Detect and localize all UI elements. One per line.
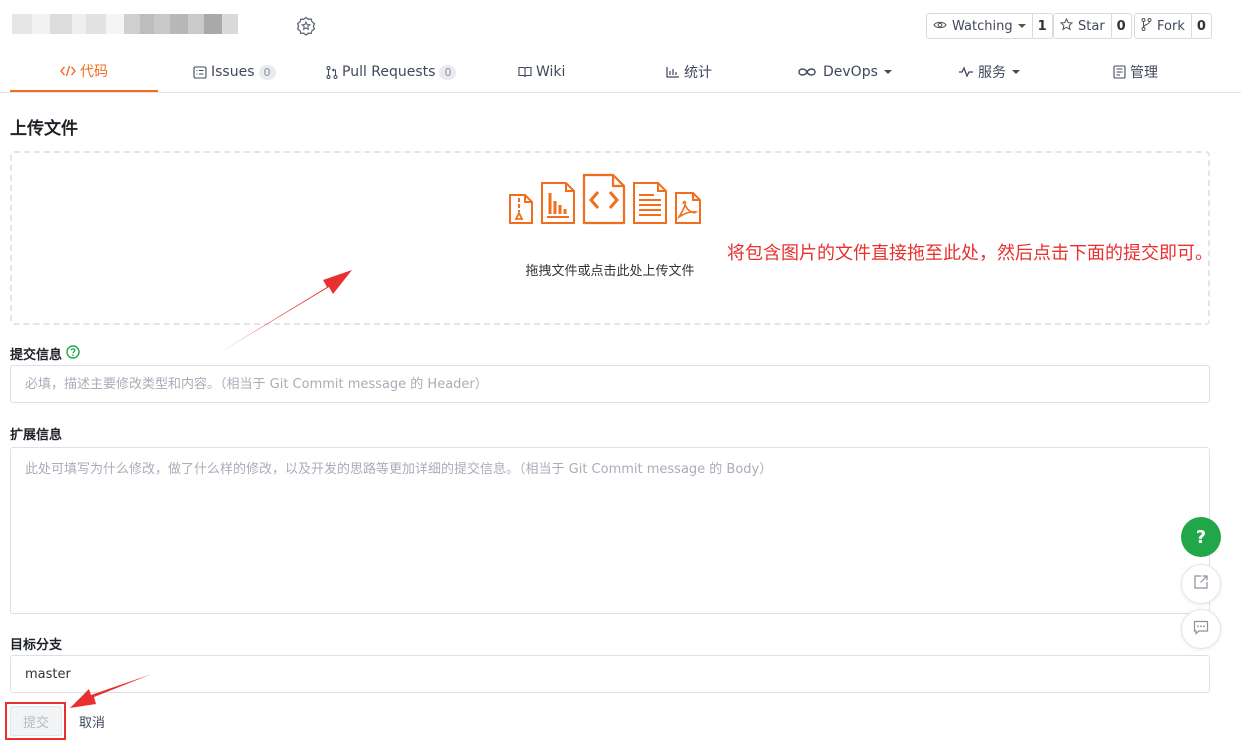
chevron-down-icon xyxy=(1017,24,1026,28)
branch-label-text: 目标分支 xyxy=(10,638,63,653)
target-branch-label: 目标分支 xyxy=(10,634,62,653)
watching-button[interactable]: Watching xyxy=(927,14,1033,38)
fork-group: Fork 0 xyxy=(1134,13,1212,39)
tab-label: 统计 xyxy=(684,65,712,81)
pulse-icon xyxy=(958,66,974,78)
commit-message-input[interactable] xyxy=(10,365,1210,403)
help-float-button[interactable]: ? xyxy=(1181,517,1221,557)
tab-services[interactable]: 服务 xyxy=(958,52,1020,92)
tab-label: Issues xyxy=(211,64,255,80)
annotation-text: 将包含图片的文件直接拖至此处，然后点击下面的提交即可。 xyxy=(727,243,1213,264)
chevron-down-icon xyxy=(883,70,892,74)
tab-label: 代码 xyxy=(80,64,108,80)
recommended-badge-icon xyxy=(296,16,316,36)
tab-wiki[interactable]: Wiki xyxy=(518,52,565,92)
star-count[interactable]: 0 xyxy=(1112,14,1131,38)
extended-info-label: 扩展信息 xyxy=(10,424,62,443)
wiki-icon xyxy=(518,66,532,78)
tab-devops[interactable]: DevOps xyxy=(797,52,892,92)
help-circle-icon[interactable] xyxy=(66,344,80,363)
pdf-file-icon xyxy=(674,191,702,229)
code-file-icon xyxy=(582,173,626,229)
external-link-icon xyxy=(1193,574,1209,594)
share-float-button[interactable] xyxy=(1181,564,1221,604)
tab-label: DevOps xyxy=(823,64,878,80)
submit-highlight-box xyxy=(5,702,66,740)
chart-icon xyxy=(666,66,680,78)
fork-icon xyxy=(1141,17,1152,35)
commit-label-text: 提交信息 xyxy=(10,348,63,363)
issues-count-badge: 0 xyxy=(258,64,276,80)
fork-label: Fork xyxy=(1157,18,1185,34)
manage-icon xyxy=(1113,65,1126,79)
tab-pull-requests[interactable]: Pull Requests 0 xyxy=(326,52,457,92)
target-branch-input[interactable] xyxy=(10,655,1210,693)
star-button[interactable]: Star xyxy=(1054,14,1112,38)
code-icon xyxy=(60,65,76,77)
tab-issues[interactable]: Issues 0 xyxy=(193,52,276,92)
cancel-link[interactable]: 取消 xyxy=(79,712,105,731)
star-icon xyxy=(1059,17,1074,35)
zip-file-icon xyxy=(508,193,534,229)
page-title: 上传文件 xyxy=(10,119,78,139)
feedback-float-button[interactable] xyxy=(1181,609,1221,649)
chat-bubble-icon xyxy=(1193,620,1209,639)
help-float-label: ? xyxy=(1195,526,1207,548)
commit-message-label: 提交信息 xyxy=(10,344,80,363)
text-file-icon xyxy=(632,181,668,229)
pull-requests-count-badge: 0 xyxy=(439,64,457,80)
chart-file-icon xyxy=(540,181,576,229)
issues-icon xyxy=(193,65,207,79)
star-label: Star xyxy=(1078,18,1105,34)
star-group: Star 0 xyxy=(1053,13,1132,39)
fork-button[interactable]: Fork xyxy=(1135,14,1192,38)
watching-label: Watching xyxy=(952,18,1013,34)
tab-label: Pull Requests xyxy=(342,64,436,80)
watching-count[interactable]: 1 xyxy=(1033,14,1052,38)
pull-request-icon xyxy=(326,65,338,79)
extended-label-text: 扩展信息 xyxy=(10,428,63,443)
watching-group: Watching 1 xyxy=(926,13,1053,39)
file-dropzone[interactable]: 拖拽文件或点击此处上传文件 xyxy=(10,151,1210,325)
repo-tabs: 代码 Issues 0 Pull Requests 0 Wiki 统计 DevO… xyxy=(0,52,1241,93)
chevron-down-icon xyxy=(1012,70,1020,74)
tab-code[interactable]: 代码 xyxy=(10,52,158,92)
tab-label: 服务 xyxy=(978,65,1006,81)
file-type-icons xyxy=(508,173,702,229)
extended-info-textarea[interactable] xyxy=(10,447,1210,614)
eye-icon xyxy=(933,19,947,34)
repo-name-blurred xyxy=(12,14,238,34)
tab-statistics[interactable]: 统计 xyxy=(666,52,712,92)
tab-label: 管理 xyxy=(1130,65,1158,81)
tab-label: Wiki xyxy=(536,64,566,80)
fork-count[interactable]: 0 xyxy=(1192,14,1211,38)
infinity-icon xyxy=(797,67,817,77)
tab-manage[interactable]: 管理 xyxy=(1113,52,1158,92)
repo-header: Watching 1 Star 0 Fork 0 xyxy=(0,0,1241,52)
